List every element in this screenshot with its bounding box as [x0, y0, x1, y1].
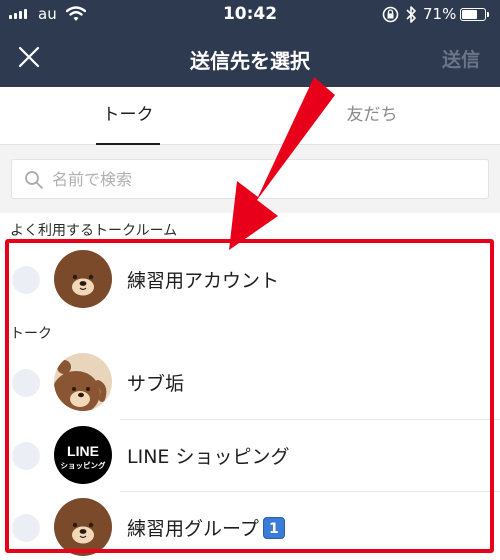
list-item-frequent-0[interactable]: 練習用アカウント — [0, 244, 500, 314]
select-radio[interactable] — [12, 442, 40, 470]
page-title: 送信先を選択 — [190, 49, 310, 73]
line-shopping-logo-line1: LINE — [67, 443, 99, 459]
talk-room-name: 練習用アカウント — [127, 270, 280, 292]
talk-room-name: サブ垢 — [127, 373, 185, 395]
brown-bear-peeking-avatar — [54, 353, 112, 411]
list-item-talk-1[interactable]: LINE ショッピング LINE ショッピング — [0, 420, 500, 490]
section-label-frequent: よく利用するトークルーム — [10, 223, 178, 239]
brown-bear-avatar — [54, 250, 112, 308]
talk-room-name: 練習用グループ 1 — [127, 514, 285, 541]
select-radio[interactable] — [12, 514, 40, 542]
talk-room-name-text: 練習用グループ — [127, 518, 259, 540]
battery-percentage: 71% — [423, 5, 457, 23]
send-button[interactable]: 送信 — [442, 45, 480, 72]
search-input[interactable] — [52, 160, 472, 198]
line-shopping-logo-line2: ショッピング — [61, 460, 106, 470]
status-bar: au 10:42 71% — [0, 0, 500, 30]
select-radio[interactable] — [12, 266, 40, 294]
battery-tip — [487, 12, 489, 17]
list-item-talk-2[interactable]: 練習用グループ 1 — [0, 492, 500, 560]
bluetooth-icon — [406, 6, 416, 23]
search-icon — [25, 171, 43, 189]
list-item-talk-0[interactable]: サブ垢 — [0, 347, 500, 417]
top-bar: au 10:42 71% 送信先を選択 送信 — [0, 0, 500, 87]
tab-bar: トーク 友だち — [0, 87, 500, 145]
rotation-lock-icon — [382, 6, 399, 23]
select-radio[interactable] — [12, 369, 40, 397]
tab-friends[interactable]: 友だち — [338, 87, 406, 145]
search-area — [0, 145, 500, 213]
section-label-talk: トーク — [10, 326, 52, 342]
line-shopping-logo: LINE ショッピング — [54, 426, 112, 484]
tab-talk[interactable]: トーク — [96, 87, 160, 145]
talk-room-name: LINE ショッピング — [127, 446, 290, 468]
battery-icon — [460, 8, 486, 21]
member-count-badge: 1 — [262, 517, 285, 539]
search-box[interactable] — [11, 159, 489, 199]
brown-bear-avatar — [54, 498, 112, 556]
